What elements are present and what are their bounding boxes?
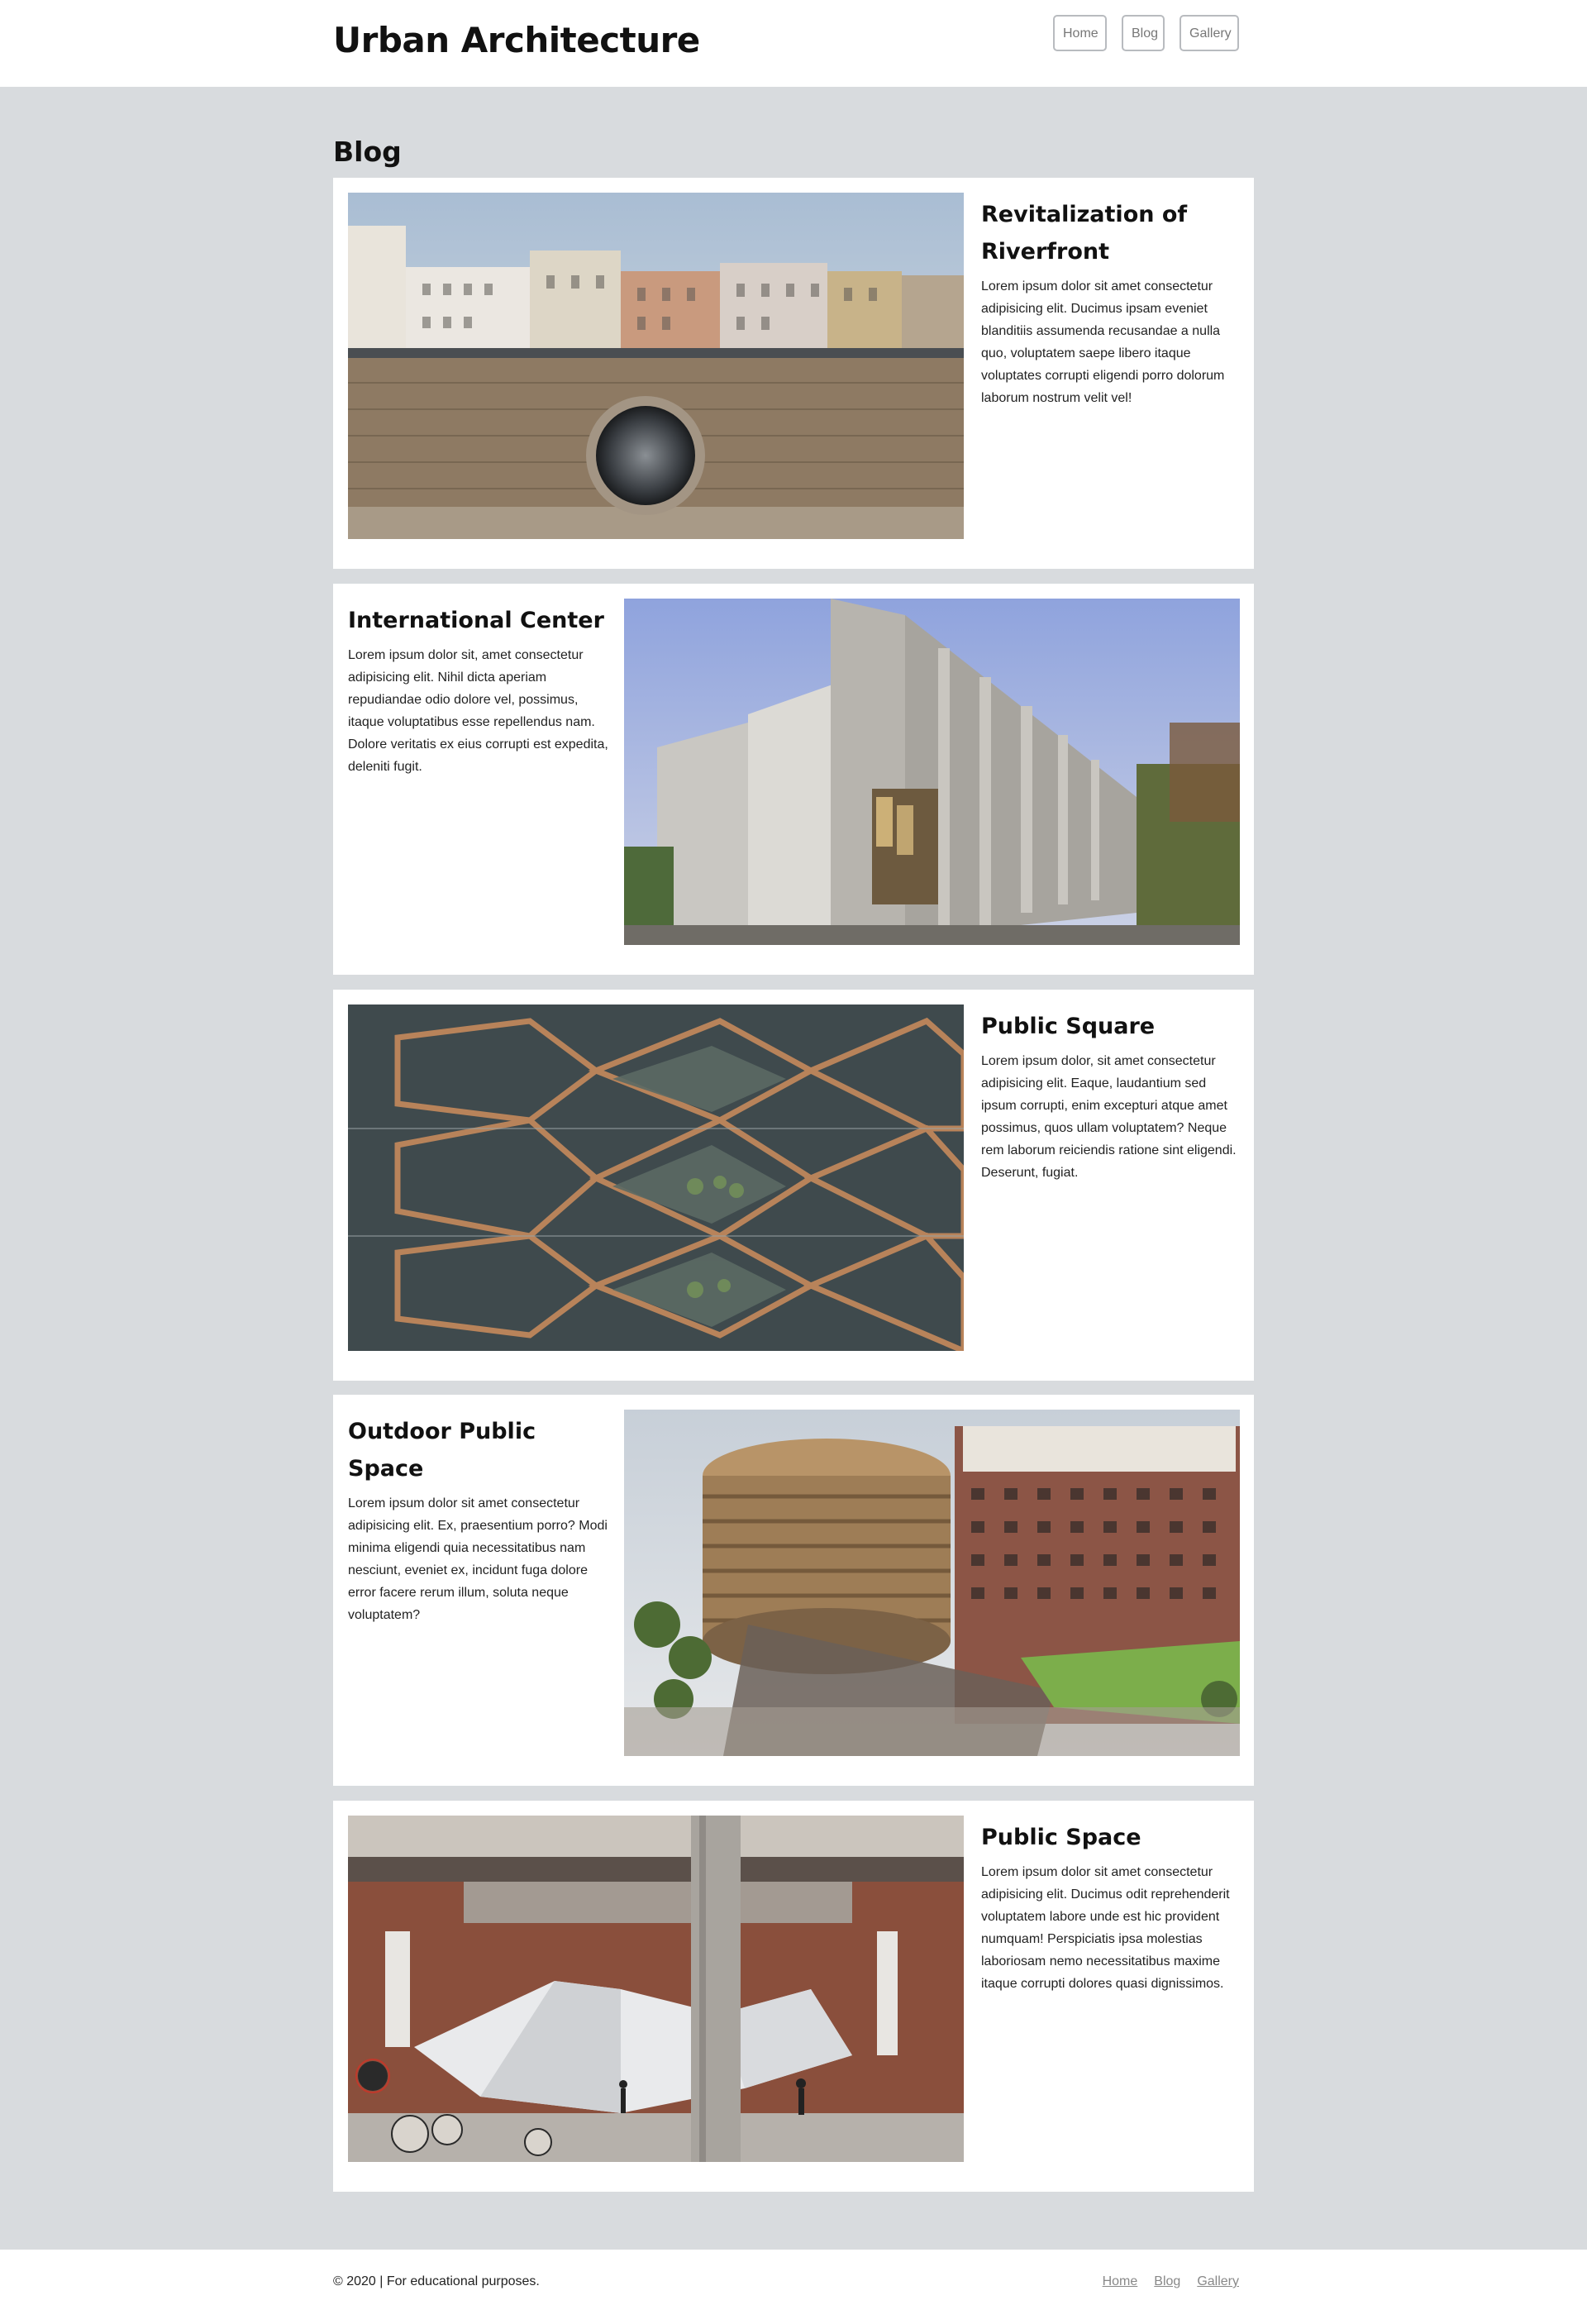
post-title[interactable]: Public Square <box>981 1008 1242 1045</box>
post-body: Lorem ipsum dolor sit amet consectetur a… <box>981 279 1225 405</box>
footer-home-link[interactable]: Home <box>1103 2274 1138 2289</box>
post-body: Lorem ipsum dolor sit amet consectetur a… <box>348 1496 608 1622</box>
page-heading: Blog <box>333 136 402 168</box>
post-image <box>624 1410 1240 1756</box>
post-text: Public Square Lorem ipsum dolor, sit ame… <box>981 1008 1242 1184</box>
brick-hall-photo <box>348 1816 964 2162</box>
timber-building-photo <box>624 1410 1240 1756</box>
site-title[interactable]: Urban Architecture <box>333 20 700 60</box>
main-nav: Home Blog Gallery <box>1053 15 1239 51</box>
site-footer: © 2020 | For educational purposes. Home … <box>0 2250 1587 2324</box>
post-body: Lorem ipsum dolor sit amet consectetur a… <box>981 1865 1230 1991</box>
building-photo <box>624 599 1240 945</box>
footer-copyright: © 2020 | For educational purposes. <box>333 2274 540 2288</box>
post-text: Revitalization of Riverfront Lorem ipsum… <box>981 196 1242 409</box>
post-image <box>624 599 1240 945</box>
nav-gallery-button[interactable]: Gallery <box>1180 15 1239 51</box>
post-body: Lorem ipsum dolor, sit amet consectetur … <box>981 1054 1237 1180</box>
post-title[interactable]: Revitalization of Riverfront <box>981 196 1242 270</box>
post-body: Lorem ipsum dolor sit, amet consectetur … <box>348 648 608 774</box>
blog-post-card: Public Space Lorem ipsum dolor sit amet … <box>333 1801 1254 2192</box>
blog-post-card: Public Square Lorem ipsum dolor, sit ame… <box>333 990 1254 1381</box>
nav-blog-button[interactable]: Blog <box>1122 15 1165 51</box>
nav-home-button[interactable]: Home <box>1053 15 1107 51</box>
footer-blog-link[interactable]: Blog <box>1154 2274 1180 2289</box>
post-text: International Center Lorem ipsum dolor s… <box>348 602 609 778</box>
post-title[interactable]: Public Space <box>981 1819 1242 1856</box>
post-image <box>348 193 964 539</box>
staircase-photo <box>348 1005 964 1351</box>
blog-post-card: Revitalization of Riverfront Lorem ipsum… <box>333 178 1254 569</box>
riverfront-photo <box>348 193 964 539</box>
post-title[interactable]: Outdoor Public Space <box>348 1413 609 1487</box>
post-text: Public Space Lorem ipsum dolor sit amet … <box>981 1819 1242 1995</box>
footer-gallery-link[interactable]: Gallery <box>1197 2274 1239 2289</box>
footer-nav: Home Blog Gallery <box>1103 2274 1239 2289</box>
post-image <box>348 1005 964 1351</box>
blog-post-card: International Center Lorem ipsum dolor s… <box>333 584 1254 975</box>
blog-post-card: Outdoor Public Space Lorem ipsum dolor s… <box>333 1395 1254 1786</box>
site-header: Urban Architecture Home Blog Gallery <box>0 0 1587 87</box>
post-image <box>348 1816 964 2162</box>
post-title[interactable]: International Center <box>348 602 609 639</box>
post-text: Outdoor Public Space Lorem ipsum dolor s… <box>348 1413 609 1626</box>
